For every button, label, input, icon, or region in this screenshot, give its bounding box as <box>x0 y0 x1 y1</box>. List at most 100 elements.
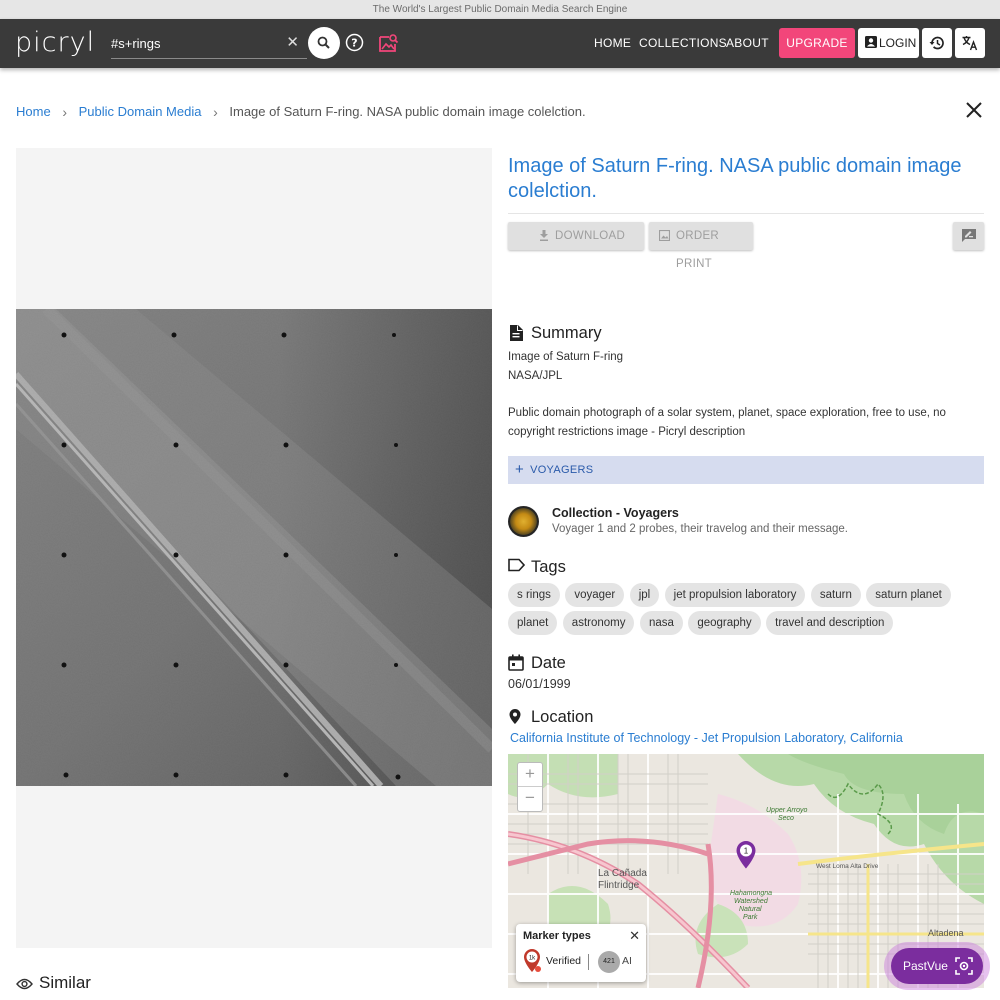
camera-scan-icon <box>955 957 973 975</box>
collection-description: Voyager 1 and 2 probes, their travelog a… <box>552 523 848 535</box>
tags-heading: Tags <box>508 557 566 577</box>
svg-text:Natural: Natural <box>739 906 762 913</box>
location-heading: Location <box>508 707 593 727</box>
translate-icon <box>962 36 978 51</box>
close-icon <box>966 102 982 118</box>
svg-text:La Cañada: La Cañada <box>598 868 647 879</box>
verified-label: Verified <box>546 955 582 967</box>
tag-chip[interactable]: saturn planet <box>866 583 951 607</box>
saturn-ring-image[interactable] <box>16 309 492 786</box>
breadcrumb-home[interactable]: Home <box>16 104 51 120</box>
chevron-right-icon: › <box>62 103 67 120</box>
breadcrumb: Home › Public Domain Media › Image of Sa… <box>16 103 586 120</box>
tag-chip[interactable]: s rings <box>508 583 560 607</box>
collection-chip-label: VOYAGERS <box>530 464 594 476</box>
order-print-label: ORDER PRINT <box>676 230 720 270</box>
close-button[interactable] <box>964 100 984 120</box>
location-label: Location <box>531 708 594 726</box>
svg-text:Watershed: Watershed <box>734 898 769 905</box>
similar-label: Similar <box>39 973 91 992</box>
nav-collections[interactable]: COLLECTIONS <box>639 36 727 50</box>
picryl-logo[interactable]: picryl <box>15 28 95 58</box>
page-title: Image of Saturn F-ring. NASA public doma… <box>508 155 962 202</box>
svg-text:Seco: Seco <box>778 815 794 822</box>
nav-home[interactable]: HOME <box>594 36 631 50</box>
tag-chip[interactable]: jet propulsion laboratory <box>664 583 806 607</box>
image-search-icon <box>379 34 399 52</box>
chevron-right-icon: › <box>213 103 218 120</box>
svg-text:Upper Arroyo: Upper Arroyo <box>766 807 807 814</box>
collection-title[interactable]: Collection - Voyagers <box>552 506 679 521</box>
marker-types-legend: Marker types ✕ 1k Verified 421 AI <box>516 924 646 982</box>
nav-about[interactable]: ABOUT <box>726 36 769 50</box>
tags-label: Tags <box>531 558 566 576</box>
svg-text:Park: Park <box>743 914 758 921</box>
svg-text:West Loma Alta Drive: West Loma Alta Drive <box>816 863 879 870</box>
collection-chip[interactable]: + VOYAGERS <box>508 456 984 484</box>
tag-list: s rings voyager jpl jet propulsion labor… <box>508 583 988 639</box>
close-icon[interactable]: ✕ <box>286 34 299 52</box>
search-icon <box>317 36 330 49</box>
divider <box>588 954 589 970</box>
marker-types-title: Marker types <box>523 930 591 942</box>
tag-chip[interactable]: saturn <box>810 583 861 607</box>
date-label: Date <box>531 654 566 672</box>
close-icon[interactable]: ✕ <box>629 928 640 944</box>
top-banner: The World's Largest Public Domain Media … <box>0 0 1000 19</box>
help-icon: ? <box>345 33 364 52</box>
tag-chip[interactable]: planet <box>508 611 558 635</box>
login-button[interactable]: LOGIN <box>858 28 919 58</box>
tag-chip[interactable]: geography <box>688 611 761 635</box>
zoom-in-button[interactable]: + <box>518 763 542 787</box>
language-button[interactable] <box>955 28 985 58</box>
search-input[interactable] <box>111 33 271 53</box>
tag-icon <box>508 558 525 572</box>
download-label: DOWNLOAD <box>555 230 626 242</box>
ai-label: AI <box>622 955 632 967</box>
tag-chip[interactable]: voyager <box>565 583 625 607</box>
history-button[interactable] <box>922 28 952 58</box>
breadcrumb-current: Image of Saturn F-ring. NASA public doma… <box>229 103 586 119</box>
help-button[interactable]: ? <box>345 33 364 52</box>
summary-line-credit: NASA/JPL <box>508 370 563 382</box>
svg-text:Altadena: Altadena <box>928 928 964 938</box>
map-zoom-controls: + − <box>517 762 543 812</box>
order-print-button[interactable]: ORDER PRINT <box>649 222 753 270</box>
summary-heading: Summary <box>508 323 602 343</box>
tag-chip[interactable]: astronomy <box>562 611 635 635</box>
map-marker-icon[interactable]: 1 <box>735 840 757 870</box>
search-box: ✕ <box>111 29 307 59</box>
calendar-icon <box>508 654 524 671</box>
search-button[interactable] <box>308 27 340 59</box>
location-link[interactable]: California Institute of Technology - Jet… <box>510 731 903 746</box>
plus-icon: + <box>515 461 525 478</box>
svg-text:Flintridge: Flintridge <box>598 880 640 891</box>
tag-chip[interactable]: nasa <box>639 611 683 635</box>
feedback-button[interactable] <box>953 222 984 250</box>
image-search-button[interactable] <box>377 32 399 54</box>
upgrade-button[interactable]: UPGRADE <box>779 28 855 58</box>
divider <box>508 213 984 214</box>
download-button[interactable]: DOWNLOAD <box>508 222 644 250</box>
similar-heading: Similar <box>16 973 91 993</box>
eye-icon <box>16 978 33 989</box>
pastvue-button[interactable]: PastVue <box>884 942 990 990</box>
date-value: 06/01/1999 <box>508 677 571 691</box>
image-icon <box>659 230 670 241</box>
svg-text:?: ? <box>351 37 357 50</box>
collection-avatar[interactable] <box>508 506 539 537</box>
verified-badge-label: 1k <box>529 956 536 962</box>
document-icon <box>510 325 523 341</box>
svg-text:Hahamongna: Hahamongna <box>730 890 772 897</box>
account-icon <box>865 36 877 48</box>
login-label: LOGIN <box>879 36 917 50</box>
summary-description: Public domain photograph of a solar syst… <box>508 407 946 438</box>
pastvue-label: PastVue <box>903 959 948 973</box>
breadcrumb-section[interactable]: Public Domain Media <box>79 104 202 120</box>
tag-chip[interactable]: travel and description <box>766 611 894 635</box>
download-icon <box>540 230 548 241</box>
tag-chip[interactable]: jpl <box>629 583 660 607</box>
summary-label: Summary <box>531 324 602 342</box>
zoom-out-button[interactable]: − <box>518 787 542 811</box>
verified-marker-icon: 1k <box>524 949 541 972</box>
